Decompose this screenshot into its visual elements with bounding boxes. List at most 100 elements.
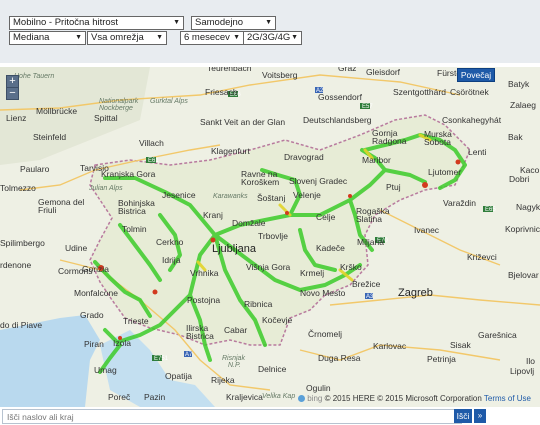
- map-place-label: Zalaeg: [510, 100, 536, 110]
- map-place-label: Trieste: [123, 316, 149, 326]
- address-search-input[interactable]: [2, 409, 462, 424]
- map-place-label: Karawanks: [213, 193, 248, 200]
- expand-map-button[interactable]: Povečaj: [457, 68, 495, 82]
- map-place-label: Bistrica: [118, 206, 146, 216]
- attribution-text: © 2015 HERE © 2015 Microsoft Corporation: [324, 394, 482, 403]
- map-place-label: Višnja Gora: [246, 262, 291, 272]
- map-place-label: Gleisdorf: [366, 67, 401, 77]
- zoom-out-label: −: [9, 87, 16, 99]
- map-place-label: Lipovlj: [510, 366, 535, 376]
- place-labels: Hohe Tauern Teurenbach Voitsberg Graz Gleisd…: [0, 67, 540, 407]
- map-place-label: Koprivnica: [505, 224, 540, 234]
- map-place-label: Novo Mesto: [300, 288, 346, 298]
- map-place-label: Celje: [316, 212, 336, 222]
- map-place-label: Graz: [338, 67, 357, 73]
- map-place-label: Miljana: [357, 237, 384, 247]
- provider-select-value: Mobilno - Pritočna hitrost: [13, 17, 119, 28]
- map-place-label: Ilo: [526, 356, 535, 366]
- map-place-label: Grado: [80, 310, 104, 320]
- map-place-label: Klagenfurt: [211, 146, 250, 156]
- technology-select-value: 2G/3G/4G: [247, 32, 291, 43]
- mode-select[interactable]: Samodejno ▼: [191, 16, 276, 30]
- map-place-label: Zagreb: [398, 287, 433, 299]
- map-place-label: Batyk: [508, 79, 530, 89]
- map-place-label: Sankt Veit an der Glan: [200, 117, 286, 127]
- map-place-label: Szentgotthárd: [393, 87, 446, 97]
- map-place-label: Ogulin: [306, 383, 331, 393]
- map-place-label: Brežice: [352, 279, 381, 289]
- map-place-label: Koroškem: [241, 177, 280, 187]
- map-place-label: Petrinja: [427, 354, 456, 364]
- technology-select[interactable]: 2G/3G/4G ▼: [243, 31, 302, 45]
- map-place-label: Spittal: [94, 113, 118, 123]
- map-place-label: Hohe Tauern: [14, 73, 55, 80]
- map-place-label: Opatija: [165, 371, 192, 381]
- search-button[interactable]: Išči: [454, 409, 472, 423]
- map-place-label: Sobota: [424, 137, 451, 147]
- map-place-label: Möllbrücke: [36, 106, 78, 116]
- map-place-label: Csörötnek: [450, 87, 489, 97]
- map-place-label: Pazin: [144, 392, 166, 402]
- network-select-value: Vsa omrežja: [91, 32, 144, 43]
- map-place-label: Vrhnika: [190, 268, 219, 278]
- map-place-label: N.P.: [228, 362, 241, 369]
- map-place-label: do di Piave: [0, 320, 43, 330]
- map-place-label: Izola: [113, 338, 131, 348]
- provider-select[interactable]: Mobilno - Pritočna hitrost ▼: [9, 16, 184, 30]
- map-place-label: Karlovac: [373, 341, 407, 351]
- map-place-label: Ribnica: [244, 299, 273, 309]
- map-place-label: Slatina: [356, 214, 382, 224]
- map-place-label: Domžale: [232, 218, 266, 228]
- terms-of-use-link[interactable]: Terms of Use: [484, 394, 531, 403]
- coverage-map[interactable]: E61 E66 E57 E70 E65 E751 A2 A7 A3 Hohe T…: [0, 67, 540, 407]
- map-place-label: Jesenice: [162, 190, 196, 200]
- statistic-select[interactable]: Mediana ▼: [9, 31, 86, 45]
- map-place-label: Spilimbergo: [0, 238, 45, 248]
- map-place-label: Teurenbach: [207, 67, 252, 73]
- map-place-label: Gurktal Alps: [150, 98, 188, 105]
- map-place-label: Šoštanj: [257, 193, 286, 203]
- statistic-select-value: Mediana: [13, 32, 50, 43]
- expand-map-label: Povečaj: [460, 70, 492, 80]
- chevron-down-icon: ▼: [233, 34, 240, 41]
- chevron-down-icon: ▼: [156, 34, 163, 41]
- map-place-label: Gossendorf: [318, 92, 362, 102]
- map-place-label: Velenje: [293, 190, 321, 200]
- map-place-label: Velika Kap: [262, 393, 296, 400]
- zoom-out-button[interactable]: −: [6, 87, 19, 100]
- period-select[interactable]: 6 mesecev ▼: [180, 31, 244, 45]
- map-place-label: Friuli: [38, 205, 57, 215]
- map-place-label: Cormons: [58, 266, 93, 276]
- map-place-label: Kadeče: [316, 243, 345, 253]
- network-select[interactable]: Vsa omrežja ▼: [87, 31, 167, 45]
- chevron-down-icon: ▼: [291, 34, 298, 41]
- map-place-label: Delnice: [258, 364, 287, 374]
- map-place-label: Tolmin: [122, 224, 147, 234]
- map-place-label: Steinfeld: [33, 132, 67, 142]
- map-place-label: Cerkno: [156, 237, 184, 247]
- map-place-label: Bistrica: [186, 331, 214, 341]
- map-place-label: Trbovlje: [258, 231, 288, 241]
- map-place-label: Csonkahegyhát: [442, 115, 502, 125]
- map-place-label: Kranjska Gora: [101, 169, 156, 179]
- map-place-label: Dobri: [509, 174, 530, 184]
- map-place-label: Črnomelj: [308, 329, 343, 339]
- map-place-label: Kranj: [203, 210, 223, 220]
- map-place-label: Rijeka: [211, 375, 235, 385]
- map-place-label: Nagyk: [516, 202, 540, 212]
- map-place-label: Varaždin: [443, 198, 476, 208]
- map-place-label: Idrija: [162, 255, 181, 265]
- map-place-label: Piran: [84, 339, 104, 349]
- search-bar: Išči »: [0, 408, 540, 425]
- map-place-label: Monfalcone: [74, 288, 118, 298]
- map-place-label: Križevci: [467, 252, 497, 262]
- go-button[interactable]: »: [474, 409, 486, 423]
- map-place-label: Cabar: [224, 325, 248, 335]
- map-place-label: Tolmezzo: [0, 183, 36, 193]
- map-place-label: Maribor: [362, 155, 391, 165]
- map-place-label: Ptuj: [386, 182, 401, 192]
- map-place-label: Villach: [139, 138, 164, 148]
- map-place-label: Ljubljana: [212, 243, 257, 255]
- chevron-down-icon: ▼: [75, 34, 82, 41]
- map-attribution: bing © 2015 HERE © 2015 Microsoft Corpor…: [298, 394, 531, 403]
